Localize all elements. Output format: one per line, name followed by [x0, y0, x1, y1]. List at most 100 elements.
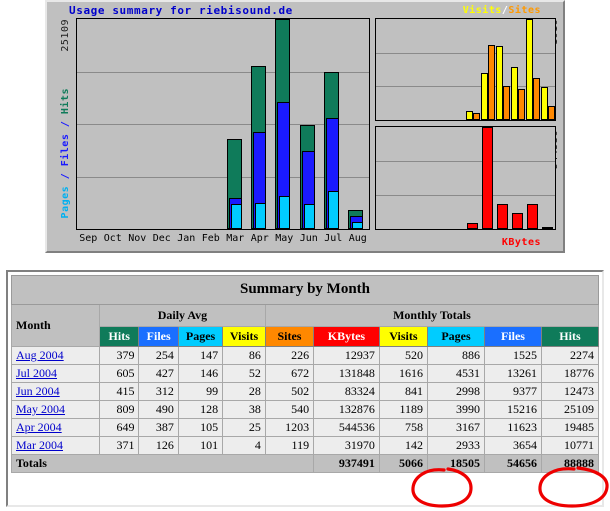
data-cell-visits-6: 1189 [378, 400, 429, 419]
totals-label: Totals [10, 454, 315, 473]
bar-visits [466, 111, 473, 120]
plot-area-pages-files-hits [76, 18, 370, 230]
data-cell-files-8: 1525 [483, 346, 542, 365]
data-cell-files-1: 427 [138, 364, 179, 383]
month-axis-label: May [275, 233, 294, 244]
data-cell-pages-2: 128 [177, 400, 224, 419]
month-link[interactable]: Apr 2004 [16, 420, 62, 434]
data-cell-hits-0: 415 [98, 382, 140, 401]
month-link[interactable]: May 2004 [16, 402, 65, 416]
table-row: May 2004 809 490 128 38 540 132876 1189 3990 1521… [11, 400, 600, 419]
bar-sites [518, 89, 525, 120]
totals-row: Totals 937491 5066 18505 54656 88888 [10, 454, 600, 473]
legend-sites-label: Sites [508, 5, 541, 16]
data-cell-hits-0: 371 [98, 436, 140, 455]
month-axis-label: Feb [201, 233, 220, 244]
bar-pages [304, 204, 315, 229]
data-cell-hits-9: 2274 [540, 346, 600, 365]
data-cell-pages-7: 886 [427, 346, 485, 365]
month-axis-label: Dec [152, 233, 171, 244]
legend-kbytes-label: KBytes [501, 237, 541, 248]
month-axis-label: Jul [324, 233, 343, 244]
month-link[interactable]: Aug 2004 [16, 348, 64, 362]
column-header-pages-7: Pages [427, 326, 485, 347]
table-row: Jul 2004 605 427 146 52 672 131848 1616 4531 1326… [11, 364, 600, 383]
data-cell-pages-2: 146 [177, 364, 224, 383]
month-axis-label: Jan [177, 233, 196, 244]
column-header-visits-6: Visits [378, 326, 429, 347]
bar-visits [496, 46, 503, 120]
bar-pages [328, 191, 339, 229]
data-cell-hits-9: 10771 [540, 436, 600, 455]
data-cell-files-1: 126 [138, 436, 179, 455]
bar-kbytes [527, 204, 538, 229]
month-link[interactable]: Jul 2004 [16, 366, 57, 380]
data-cell-pages-2: 147 [177, 346, 224, 365]
data-cell-kbytes-5: 131848 [313, 364, 380, 383]
data-cell-visits-3: 28 [222, 382, 266, 401]
data-cell-visits-3: 38 [222, 400, 266, 419]
data-cell-pages-7: 2998 [427, 382, 485, 401]
axis-label-hits: Hits [60, 88, 71, 115]
month-axis-label: Nov [128, 233, 147, 244]
data-cell-visits-3: 25 [222, 418, 266, 437]
bar-sites [473, 113, 480, 120]
month-axis-label: Aug [348, 233, 367, 244]
column-header-pages-2: Pages [177, 326, 224, 347]
month-cell: Mar 2004 [11, 436, 100, 455]
table-body: Aug 2004 379 254 147 86 226 12937 520 886 1525 227… [11, 346, 600, 455]
data-cell-pages-7: 2933 [427, 436, 485, 455]
bar-visits [481, 73, 488, 120]
data-cell-visits-3: 4 [222, 436, 266, 455]
data-cell-pages-7: 3167 [427, 418, 485, 437]
data-cell-files-8: 3654 [483, 436, 542, 455]
totals-kbytes: 937491 [313, 454, 380, 473]
month-axis-label: Jun [299, 233, 318, 244]
axis-label-sep-2: / [60, 114, 71, 134]
axis-label-files: Files [60, 133, 71, 167]
bar-sites [488, 45, 495, 120]
bar-visits [526, 19, 533, 120]
plot-area-visits-sites [375, 18, 556, 121]
table-row: Aug 2004 379 254 147 86 226 12937 520 886 1525 227… [11, 346, 600, 365]
bar-visits [541, 87, 548, 120]
data-cell-kbytes-5: 12937 [313, 346, 380, 365]
data-cell-files-8: 9377 [483, 382, 542, 401]
bar-pages [255, 203, 266, 229]
summary-by-month-table: Summary by Month Month Daily Avg Monthly… [10, 275, 600, 473]
bar-kbytes [497, 204, 508, 229]
data-cell-files-1: 254 [138, 346, 179, 365]
column-header-files-8: Files [483, 326, 542, 347]
data-cell-hits-9: 25109 [540, 400, 600, 419]
month-axis-label: Mar [226, 233, 245, 244]
month-link[interactable]: Jun 2004 [16, 384, 60, 398]
month-axis-label: Apr [250, 233, 269, 244]
data-cell-files-1: 387 [138, 418, 179, 437]
month-cell: Jun 2004 [11, 382, 100, 401]
axis-label-pages: Pages [60, 185, 71, 219]
bar-pages [231, 204, 242, 229]
plot-area-kbytes [375, 126, 556, 230]
month-cell: May 2004 [11, 400, 100, 419]
data-cell-hits-0: 605 [98, 364, 140, 383]
bar-kbytes [467, 223, 478, 229]
data-cell-visits-6: 520 [378, 346, 429, 365]
data-cell-hits-9: 18776 [540, 364, 600, 383]
data-cell-sites-4: 226 [264, 346, 315, 365]
chart-gridline [376, 161, 555, 162]
data-cell-visits-6: 841 [378, 382, 429, 401]
data-cell-hits-0: 649 [98, 418, 140, 437]
axis-left-max-label: 25109 [60, 19, 71, 52]
table-row: Mar 2004 371 126 101 4 119 31970 142 2933 3654 107… [11, 436, 600, 455]
data-cell-sites-4: 1203 [264, 418, 315, 437]
data-cell-pages-2: 99 [177, 382, 224, 401]
axis-label-sep-1: / [60, 166, 71, 186]
bar-sites [533, 78, 540, 120]
column-group-monthly-totals: Monthly Totals [264, 304, 600, 327]
column-group-daily-avg: Daily Avg [99, 304, 266, 327]
column-header-visits-3: Visits [222, 326, 266, 347]
month-link[interactable]: Mar 2004 [16, 438, 63, 452]
data-cell-pages-2: 101 [177, 436, 224, 455]
bar-sites [548, 106, 555, 120]
data-cell-sites-4: 119 [264, 436, 315, 455]
